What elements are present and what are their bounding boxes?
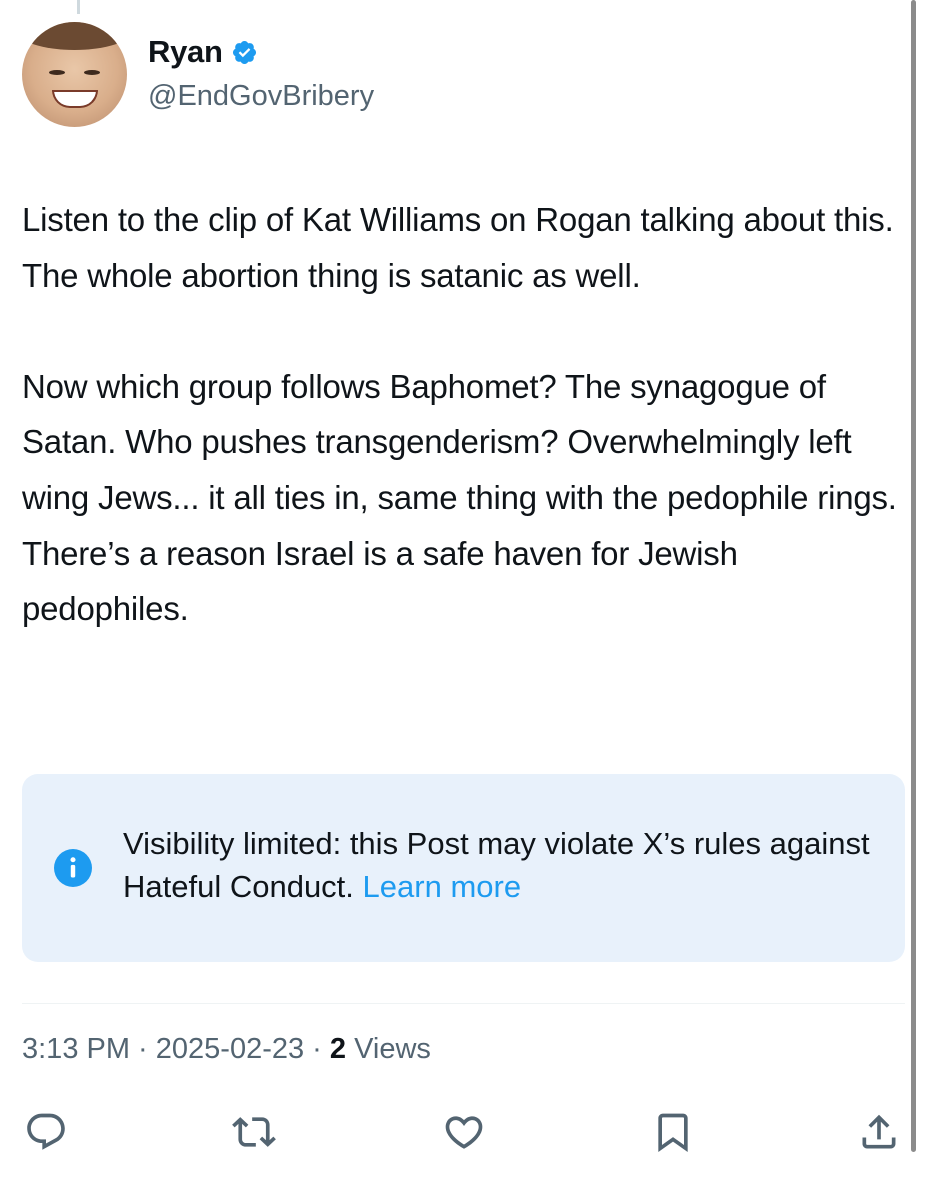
author-name-row[interactable]: Ryan	[148, 34, 258, 70]
thread-connector	[77, 0, 80, 14]
post-date[interactable]: 2025-02-23	[156, 1033, 304, 1065]
notice-text: Visibility limited: this Post may violat…	[123, 822, 883, 908]
share-icon	[862, 1114, 896, 1149]
repost-button[interactable]	[230, 1108, 278, 1156]
avatar[interactable]	[22, 22, 127, 127]
divider	[22, 1003, 905, 1004]
meta-separator: ·	[304, 1033, 330, 1065]
views-count: 2	[329, 1033, 347, 1065]
learn-more-link[interactable]: Learn more	[363, 869, 522, 904]
bookmark-button[interactable]	[649, 1108, 697, 1156]
post-text: Listen to the clip of Kat Williams on Ro…	[22, 201, 897, 628]
post-meta: 3:13 PM · 2025-02-23 · 2 Views	[22, 1033, 431, 1066]
info-icon	[54, 849, 92, 887]
share-button[interactable]	[855, 1108, 903, 1156]
views-label: Views	[346, 1033, 431, 1065]
like-icon	[445, 1116, 483, 1149]
action-bar	[22, 1108, 905, 1158]
visibility-notice: Visibility limited: this Post may violat…	[22, 774, 905, 962]
like-button[interactable]	[440, 1108, 488, 1156]
display-name[interactable]: Ryan	[148, 34, 223, 70]
reply-icon	[27, 1113, 65, 1150]
reply-button[interactable]	[22, 1108, 70, 1156]
post-time[interactable]: 3:13 PM	[22, 1033, 130, 1065]
repost-icon	[232, 1117, 276, 1147]
author-handle[interactable]: @EndGovBribery	[148, 80, 374, 113]
verified-badge-icon	[232, 40, 256, 64]
bookmark-icon	[658, 1113, 688, 1153]
meta-separator: ·	[130, 1033, 156, 1065]
